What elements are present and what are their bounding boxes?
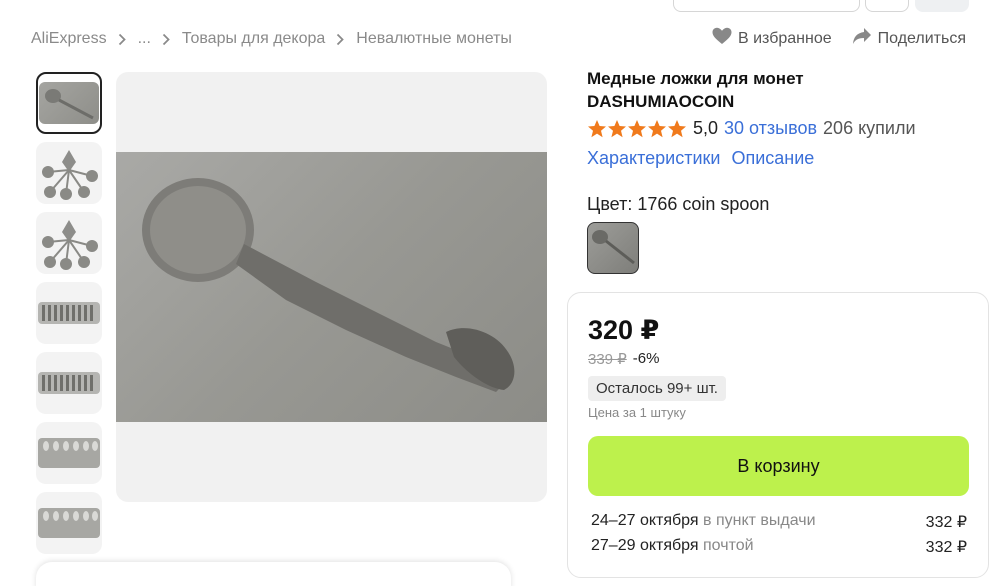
- star-icon: [628, 119, 646, 137]
- rating-value: 5,0: [693, 118, 719, 138]
- reviews-link[interactable]: 30 отзывов: [724, 118, 817, 139]
- product-title: Медные ложки для монет DASHUMIAOCOIN: [587, 69, 804, 111]
- thumbnail-6[interactable]: [36, 422, 102, 484]
- breadcrumb-item-decor[interactable]: Товары для декора: [182, 30, 325, 48]
- current-price: 320 ₽: [588, 315, 660, 345]
- share-icon: [852, 27, 872, 50]
- chevron-right-icon: [336, 33, 345, 46]
- thumbnail-list: [36, 72, 106, 562]
- thumbnail-spoon-set-image: [42, 150, 98, 200]
- chevron-right-icon: [118, 33, 126, 46]
- unit-price-note: Цена за 1 штуку: [588, 405, 686, 420]
- delivery-date: 27–29 октября: [591, 537, 699, 554]
- breadcrumb-item-coins[interactable]: Невалютные монеты: [356, 30, 512, 48]
- share-button[interactable]: Поделиться: [852, 27, 966, 50]
- discount-badge: -6%: [632, 350, 660, 367]
- share-label: Поделиться: [877, 29, 966, 47]
- chevron-right-icon: [162, 33, 170, 46]
- breadcrumb-item-aliexpress[interactable]: AliExpress: [31, 30, 107, 48]
- old-price-row: 339 ₽ -6%: [588, 350, 659, 368]
- thumbnail-5[interactable]: [36, 352, 102, 414]
- star-icon: [588, 119, 606, 137]
- delivery-option[interactable]: 27–29 октября почтой 332 ₽: [591, 537, 967, 557]
- delivery-method: в пункт выдачи: [703, 512, 816, 529]
- star-icon: [608, 119, 626, 137]
- bought-count: 206 купили: [823, 118, 916, 138]
- add-to-cart-button[interactable]: В корзину: [588, 436, 969, 496]
- color-label: Цвет: 1766 coin spoon: [587, 194, 770, 214]
- tab-description[interactable]: Описание: [731, 148, 814, 169]
- thumbnail-3[interactable]: [36, 212, 102, 274]
- rating-stars: [587, 119, 687, 139]
- thumbnail-1[interactable]: [36, 72, 102, 134]
- thumbnail-7[interactable]: [36, 492, 102, 554]
- delivery-price: 332 ₽: [925, 514, 967, 531]
- delivery-method: почтой: [703, 537, 754, 554]
- heart-icon: [712, 27, 732, 50]
- favorite-button[interactable]: В избранное: [712, 27, 832, 50]
- breadcrumb: AliExpress ... Товары для декора Невалют…: [31, 30, 512, 48]
- delivery-price: 332 ₽: [925, 539, 967, 556]
- thumbnail-spoon-row-image: [38, 372, 100, 394]
- product-actions: В избранное Поделиться: [712, 27, 966, 50]
- thumbnail-2[interactable]: [36, 142, 102, 204]
- top-select-control[interactable]: [673, 0, 860, 12]
- thumbnail-spoon-row-image: [38, 508, 100, 538]
- breadcrumb-item-ellipsis[interactable]: ...: [138, 30, 151, 48]
- thumbnail-spoon-image: [39, 82, 99, 124]
- tab-characteristics[interactable]: Характеристики: [587, 148, 720, 169]
- star-icon: [648, 119, 666, 137]
- bottom-card: [36, 562, 511, 586]
- top-icon-button[interactable]: [865, 0, 909, 12]
- main-product-image[interactable]: [116, 72, 547, 502]
- stock-badge: Осталось 99+ шт.: [588, 376, 726, 401]
- thumbnail-spoon-row-image: [38, 302, 100, 324]
- color-option-swatch[interactable]: [587, 222, 639, 274]
- delivery-date: 24–27 октября: [591, 512, 699, 529]
- buy-box: 320 ₽ 339 ₽ -6% Осталось 99+ шт. Цена за…: [567, 292, 989, 578]
- thumbnail-spoon-row-image: [38, 438, 100, 468]
- thumbnail-spoon-set-image: [42, 220, 98, 270]
- star-icon: [668, 119, 686, 137]
- rating-row: 5,0 30 отзывов 206 купили: [587, 118, 916, 139]
- thumbnail-4[interactable]: [36, 282, 102, 344]
- old-price: 339 ₽: [588, 351, 627, 368]
- product-tabs: Характеристики Описание: [587, 148, 825, 169]
- spoon-photo: [116, 152, 547, 422]
- top-action-button[interactable]: [915, 0, 969, 12]
- spoon-swatch-image: [592, 230, 635, 265]
- delivery-option[interactable]: 24–27 октября в пункт выдачи 332 ₽: [591, 512, 967, 532]
- favorite-label: В избранное: [738, 29, 832, 47]
